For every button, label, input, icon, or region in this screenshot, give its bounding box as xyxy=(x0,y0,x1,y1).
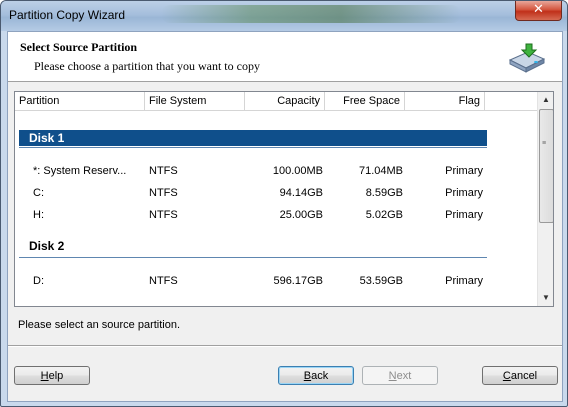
column-flag[interactable]: Flag xyxy=(405,92,485,110)
disk-row-2[interactable]: Disk 2 xyxy=(19,238,487,254)
fs-cell: NTFS xyxy=(149,275,178,287)
scroll-down-icon[interactable]: ▼ xyxy=(538,290,553,306)
scroll-up-icon[interactable]: ▲ xyxy=(538,92,553,108)
wizard-header: Select Source Partition Please choose a … xyxy=(8,32,562,82)
table-row[interactable]: H: NTFS 25.00GB 5.02GB Primary xyxy=(15,206,537,224)
flag-cell: Primary xyxy=(445,187,483,199)
scrollbar-thumb[interactable] xyxy=(539,109,553,223)
title-bar[interactable]: Partition Copy Wizard ✕ xyxy=(1,1,567,31)
partition-list[interactable]: Partition File System Capacity Free Spac… xyxy=(14,91,554,307)
table-row[interactable]: D: NTFS 596.17GB 53.59GB Primary xyxy=(15,272,537,290)
disk-divider xyxy=(19,257,487,258)
partition-cell: C: xyxy=(33,187,44,199)
help-button[interactable]: Help xyxy=(14,366,90,385)
disk-row-1[interactable]: Disk 1 xyxy=(19,130,487,146)
flag-cell: Primary xyxy=(445,275,483,287)
column-partition[interactable]: Partition xyxy=(15,92,145,110)
column-capacity[interactable]: Capacity xyxy=(245,92,325,110)
drive-copy-icon xyxy=(508,43,546,73)
capacity-cell: 596.17GB xyxy=(273,275,323,287)
column-header-row: Partition File System Capacity Free Spac… xyxy=(15,92,537,111)
window-title: Partition Copy Wizard xyxy=(9,8,126,22)
cancel-label: ancel xyxy=(510,370,538,382)
table-row[interactable]: *: System Reserv... NTFS 100.00MB 71.04M… xyxy=(15,162,537,180)
column-flag-label: Flag xyxy=(458,95,480,107)
capacity-cell: 25.00GB xyxy=(279,209,323,221)
dialog-client-area: Select Source Partition Please choose a … xyxy=(7,31,563,402)
column-file-system-label: File System xyxy=(149,95,207,107)
help-label: elp xyxy=(48,370,64,382)
partition-cell: D: xyxy=(33,275,44,287)
cancel-mnemonic: C xyxy=(502,370,511,382)
free-space-cell: 8.59GB xyxy=(365,187,403,199)
fs-cell: NTFS xyxy=(149,165,178,177)
next-button[interactable]: Next xyxy=(362,366,438,385)
next-mnemonic: N xyxy=(388,370,397,382)
fs-cell: NTFS xyxy=(149,209,178,221)
next-label: ext xyxy=(396,370,412,382)
partition-cell: H: xyxy=(33,209,44,221)
cancel-button[interactable]: Cancel xyxy=(482,366,558,385)
partition-cell: *: System Reserv... xyxy=(33,165,127,177)
free-space-cell: 5.02GB xyxy=(365,209,403,221)
button-separator xyxy=(8,345,562,347)
column-free-space[interactable]: Free Space xyxy=(325,92,405,110)
column-partition-label: Partition xyxy=(19,95,60,107)
close-button[interactable]: ✕ xyxy=(515,1,562,21)
status-text: Please select an source partition. xyxy=(18,319,181,331)
disk-divider xyxy=(19,147,487,148)
back-label: ack xyxy=(311,370,329,382)
column-file-system[interactable]: File System xyxy=(145,92,245,110)
wizard-window: Partition Copy Wizard ✕ Select Source Pa… xyxy=(0,0,568,407)
table-row[interactable]: C: NTFS 94.14GB 8.59GB Primary xyxy=(15,184,537,202)
vertical-scrollbar[interactable]: ▲ ≡ ▼ xyxy=(537,92,553,306)
close-icon: ✕ xyxy=(533,2,544,17)
disk-label: Disk 1 xyxy=(29,131,65,145)
free-space-cell: 71.04MB xyxy=(358,165,403,177)
fs-cell: NTFS xyxy=(149,187,178,199)
capacity-cell: 94.14GB xyxy=(279,187,323,199)
thumb-grip-icon: ≡ xyxy=(542,140,547,147)
column-capacity-label: Capacity xyxy=(277,95,320,107)
flag-cell: Primary xyxy=(445,209,483,221)
disk-label: Disk 2 xyxy=(29,239,65,253)
back-mnemonic: B xyxy=(303,370,312,382)
page-title: Select Source Partition xyxy=(20,40,138,54)
page-subtitle: Please choose a partition that you want … xyxy=(34,59,260,73)
title-glow xyxy=(161,5,461,23)
free-space-cell: 53.59GB xyxy=(359,275,403,287)
back-button[interactable]: Back xyxy=(278,366,354,385)
column-free-space-label: Free Space xyxy=(343,95,400,107)
help-mnemonic: H xyxy=(40,370,49,382)
capacity-cell: 100.00MB xyxy=(272,165,323,177)
flag-cell: Primary xyxy=(445,165,483,177)
